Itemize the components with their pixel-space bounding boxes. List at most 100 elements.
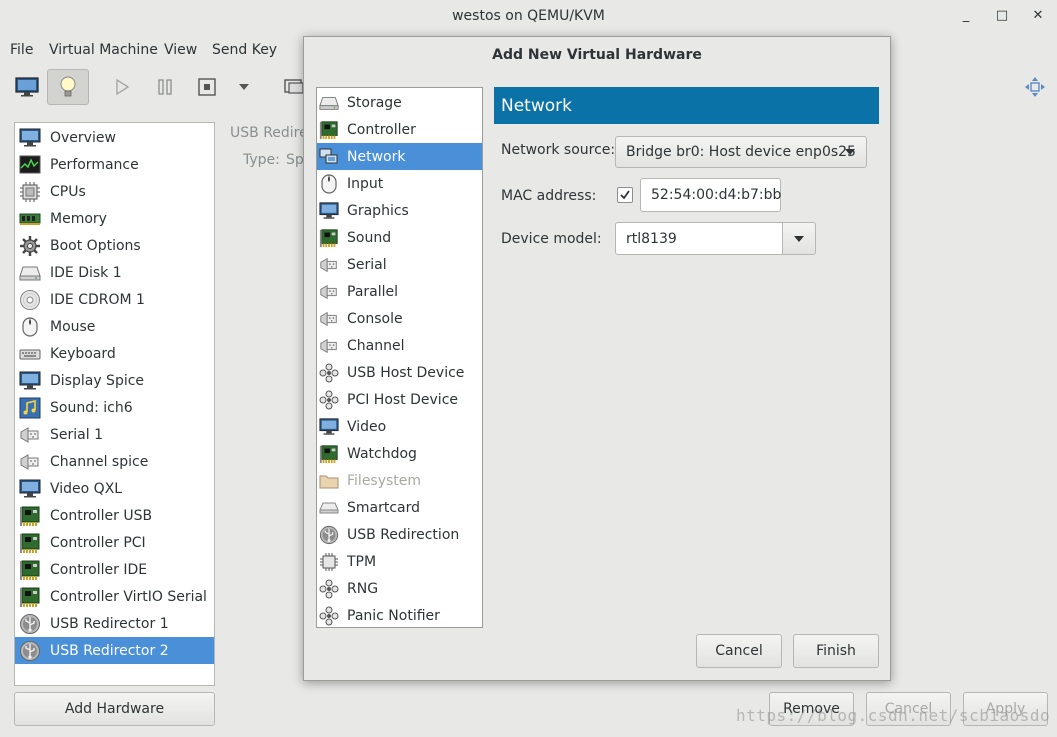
device-item-keyboard[interactable]: Keyboard — [15, 340, 214, 367]
hardware-item-rng[interactable]: RNG — [317, 575, 482, 602]
device-item-controller-ide[interactable]: Controller IDE — [15, 556, 214, 583]
device-item-display-spice[interactable]: Display Spice — [15, 367, 214, 394]
lightbulb-icon — [60, 76, 76, 97]
chevron-down-icon — [845, 149, 855, 155]
hardware-type-list[interactable]: Storage Controller Network Input Graphics Sou… — [316, 87, 483, 628]
device-item-controller-pci[interactable]: Controller PCI — [15, 529, 214, 556]
screens-icon — [284, 79, 304, 94]
console-view-button[interactable] — [6, 69, 48, 105]
device-model-dropdown-button[interactable] — [782, 222, 816, 255]
hardware-item-parallel[interactable]: Parallel — [317, 278, 482, 305]
device-item-video-qxl[interactable]: Video QXL — [15, 475, 214, 502]
hardware-item-label: Console — [347, 310, 403, 327]
hardware-item-pci-host-device[interactable]: PCI Host Device — [317, 386, 482, 413]
hardware-item-console[interactable]: Console — [317, 305, 482, 332]
menu-send-key[interactable]: Send Key — [212, 42, 277, 58]
card-icon — [319, 444, 339, 464]
device-item-usb-redirector-1[interactable]: USB Redirector 1 — [15, 610, 214, 637]
device-tree-icon — [319, 363, 339, 383]
hardware-item-sound[interactable]: Sound — [317, 224, 482, 251]
usb-icon — [18, 613, 42, 635]
resize-icon — [1025, 77, 1045, 97]
hardware-item-tpm[interactable]: TPM — [317, 548, 482, 575]
device-tree-icon — [319, 606, 339, 626]
device-model-entry[interactable]: rtl8139 — [615, 222, 783, 255]
hardware-item-input[interactable]: Input — [317, 170, 482, 197]
hardware-item-watchdog[interactable]: Watchdog — [317, 440, 482, 467]
card-icon — [18, 586, 42, 608]
hardware-item-usb-host-device[interactable]: USB Host Device — [317, 359, 482, 386]
hardware-item-video[interactable]: Video — [317, 413, 482, 440]
shutdown-button[interactable] — [186, 69, 228, 105]
hardware-item-label: TPM — [347, 553, 377, 570]
device-item-label: Controller PCI — [50, 534, 146, 551]
pause-button[interactable] — [144, 69, 186, 105]
device-list[interactable]: Overview Performance CPUs Memory Boot Option… — [14, 122, 215, 686]
device-item-mouse[interactable]: Mouse — [15, 313, 214, 340]
hardware-item-panic-notifier[interactable]: Panic Notifier — [317, 602, 482, 629]
device-item-controller-virtio-serial[interactable]: Controller VirtIO Serial — [15, 583, 214, 610]
menu-file[interactable]: File — [10, 42, 33, 58]
hardware-item-label: Video — [347, 418, 387, 435]
hardware-item-label: Smartcard — [347, 499, 421, 516]
device-item-label: Overview — [50, 129, 116, 146]
mac-address-checkbox[interactable] — [617, 187, 633, 203]
device-item-label: Controller VirtIO Serial — [50, 588, 207, 605]
device-item-label: IDE Disk 1 — [50, 264, 122, 281]
add-hardware-dialog: Add New Virtual Hardware Storage Controll… — [303, 36, 891, 681]
section-banner: Network — [494, 87, 879, 124]
device-item-ide-disk-1[interactable]: IDE Disk 1 — [15, 259, 214, 286]
hardware-item-graphics[interactable]: Graphics — [317, 197, 482, 224]
window-title: westos on QEMU/KVM — [452, 8, 605, 24]
card-icon — [18, 505, 42, 527]
device-item-overview[interactable]: Overview — [15, 124, 214, 151]
hardware-item-label: Parallel — [347, 283, 399, 300]
device-item-label: Boot Options — [50, 237, 141, 254]
monitor-icon — [18, 478, 42, 500]
device-item-label: CPUs — [50, 183, 86, 200]
hardware-item-channel[interactable]: Channel — [317, 332, 482, 359]
card-icon — [319, 120, 339, 140]
device-item-sound-ich6[interactable]: Sound: ich6 — [15, 394, 214, 421]
device-item-ide-cdrom-1[interactable]: IDE CDROM 1 — [15, 286, 214, 313]
maximize-button[interactable]: □ — [992, 8, 1012, 26]
hardware-item-filesystem[interactable]: Filesystem — [317, 467, 482, 494]
finish-button[interactable]: Finish — [793, 634, 879, 668]
device-item-performance[interactable]: Performance — [15, 151, 214, 178]
dialog-cancel-button[interactable]: Cancel — [696, 634, 782, 668]
hardware-item-usb-redirection[interactable]: USB Redirection — [317, 521, 482, 548]
menu-virtual-machine[interactable]: Virtual Machine — [49, 42, 158, 58]
device-item-usb-redirector-2[interactable]: USB Redirector 2 — [15, 637, 214, 664]
device-item-serial-1[interactable]: Serial 1 — [15, 421, 214, 448]
hardware-item-label: Sound — [347, 229, 392, 246]
minimize-button[interactable]: _ — [956, 8, 976, 26]
menu-view[interactable]: View — [164, 42, 197, 58]
network-source-combo[interactable]: Bridge br0: Host device enp0s25 — [615, 136, 867, 168]
serial-icon — [18, 451, 42, 473]
hardware-item-serial[interactable]: Serial — [317, 251, 482, 278]
mac-address-input[interactable]: 52:54:00:d4:b7:bb — [640, 178, 781, 212]
device-item-boot-options[interactable]: Boot Options — [15, 232, 214, 259]
shutdown-menu-button[interactable] — [223, 69, 265, 105]
hardware-item-network[interactable]: Network — [317, 143, 482, 170]
device-item-label: USB Redirector 2 — [50, 642, 169, 659]
fullscreen-button[interactable] — [1014, 69, 1056, 105]
run-button[interactable] — [101, 69, 143, 105]
device-item-controller-usb[interactable]: Controller USB — [15, 502, 214, 529]
disk-icon — [18, 262, 42, 284]
close-button[interactable]: ✕ — [1028, 8, 1048, 26]
card-icon — [319, 228, 339, 248]
watermark: https://blog.csdn.net/scbiaosdo — [736, 706, 1051, 725]
hardware-item-smartcard[interactable]: Smartcard — [317, 494, 482, 521]
add-hardware-button[interactable]: Add Hardware — [14, 692, 215, 726]
hardware-item-controller[interactable]: Controller — [317, 116, 482, 143]
details-view-button[interactable] — [47, 69, 89, 105]
disk-icon — [319, 93, 339, 113]
device-item-cpus[interactable]: CPUs — [15, 178, 214, 205]
hardware-item-label: USB Host Device — [347, 364, 465, 381]
hardware-item-label: RNG — [347, 580, 379, 597]
device-item-channel-spice[interactable]: Channel spice — [15, 448, 214, 475]
hardware-item-storage[interactable]: Storage — [317, 89, 482, 116]
device-item-label: Video QXL — [50, 480, 123, 497]
device-item-memory[interactable]: Memory — [15, 205, 214, 232]
